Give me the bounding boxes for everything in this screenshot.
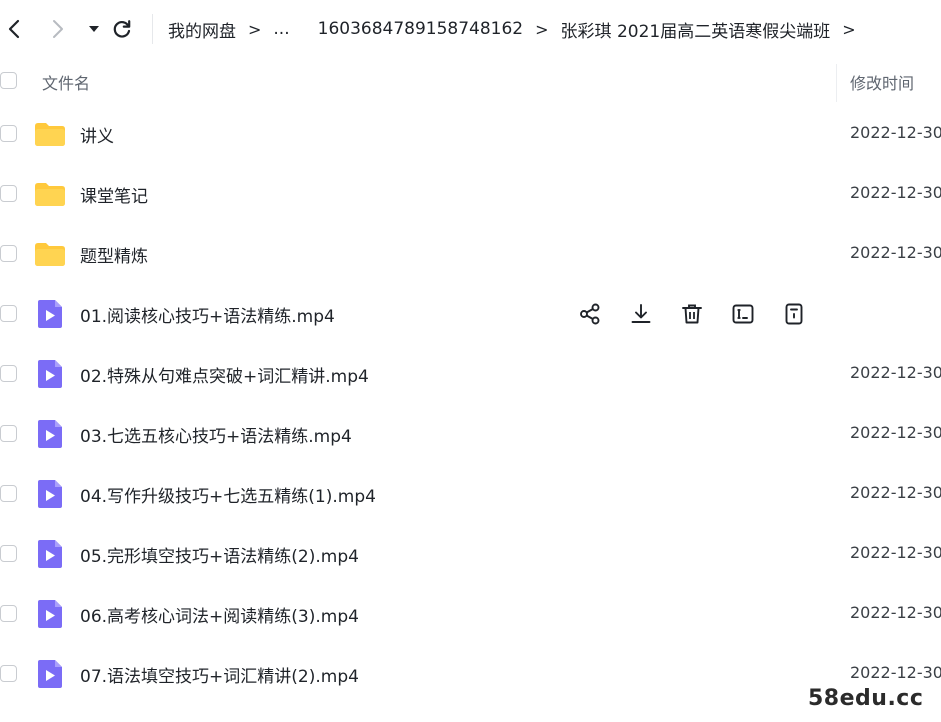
video-file-icon (38, 360, 62, 388)
file-row[interactable]: 03.七选五核心技巧+语法精练.mp4 2022-12-30 (0, 404, 941, 464)
chevron-left-icon (8, 19, 20, 39)
file-name[interactable]: 01.阅读核心技巧+语法精练.mp4 (80, 302, 335, 327)
file-modified-time: 2022-12-30 (850, 243, 941, 262)
delete-icon (682, 304, 702, 324)
file-modified-time: 2022-12-30 (850, 183, 941, 202)
column-header-modified[interactable]: 修改时间 (850, 70, 914, 94)
more-button[interactable] (778, 298, 810, 330)
file-modified-time: 2022-12-30 (850, 123, 941, 142)
folder-icon (35, 183, 65, 206)
row-checkbox[interactable] (0, 125, 17, 142)
share-icon (580, 303, 600, 325)
rename-icon (732, 304, 754, 324)
breadcrumb-item-folder-id[interactable]: 1603684789158748162 (318, 19, 524, 39)
video-file-icon (38, 420, 62, 448)
file-name[interactable]: 讲义 (80, 122, 114, 147)
file-modified-time: 2022-12-30 (850, 483, 941, 502)
rename-button[interactable] (727, 298, 759, 330)
file-list-header: 文件名 修改时间 (0, 58, 941, 104)
breadcrumb-separator: > (248, 19, 262, 39)
caret-down-icon (89, 26, 99, 32)
row-checkbox[interactable] (0, 425, 17, 442)
breadcrumb-item-ellipsis[interactable]: ... (273, 19, 289, 39)
row-checkbox[interactable] (0, 185, 17, 202)
file-name[interactable]: 课堂笔记 (80, 182, 148, 207)
file-name[interactable]: 03.七选五核心技巧+语法精练.mp4 (80, 422, 352, 447)
file-row[interactable]: 06.高考核心词法+阅读精练(3).mp4 2022-12-30 (0, 584, 941, 644)
row-actions (574, 298, 829, 330)
folder-icon (35, 123, 65, 146)
file-modified-time: 2022-12-30 (850, 423, 941, 442)
file-row[interactable]: 05.完形填空技巧+语法精练(2).mp4 2022-12-30 (0, 524, 941, 584)
share-button[interactable] (574, 298, 606, 330)
top-nav: 我的网盘 > ... 1603684789158748162 > 张彩琪 202… (0, 0, 941, 58)
file-row[interactable]: 04.写作升级技巧+七选五精练(1).mp4 2022-12-30 (0, 464, 941, 524)
file-name[interactable]: 02.特殊从句难点突破+词汇精讲.mp4 (80, 362, 369, 387)
forward-button[interactable] (44, 13, 72, 45)
refresh-button[interactable] (108, 13, 136, 45)
download-button[interactable] (625, 298, 657, 330)
file-manager: 我的网盘 > ... 1603684789158748162 > 张彩琪 202… (0, 0, 941, 722)
row-checkbox[interactable] (0, 365, 17, 382)
watermark: 58edu.cc (808, 686, 924, 711)
breadcrumb-item-current[interactable]: 张彩琪 2021届高二英语寒假尖端班 (561, 17, 831, 42)
breadcrumb: 我的网盘 > ... 1603684789158748162 > 张彩琪 202… (168, 0, 868, 58)
row-checkbox[interactable] (0, 305, 17, 322)
refresh-icon (113, 20, 131, 38)
row-checkbox[interactable] (0, 605, 17, 622)
back-button[interactable] (0, 13, 28, 45)
row-checkbox[interactable] (0, 245, 17, 262)
delete-button[interactable] (676, 298, 708, 330)
row-checkbox[interactable] (0, 485, 17, 502)
breadcrumb-separator: > (535, 19, 549, 39)
file-row[interactable]: 课堂笔记 2022-12-30 (0, 164, 941, 224)
file-modified-time: 2022-12-30 (850, 543, 941, 562)
file-row[interactable]: 02.特殊从句难点突破+词汇精讲.mp4 2022-12-30 (0, 344, 941, 404)
video-file-icon (38, 600, 62, 628)
file-row[interactable]: 07.语法填空技巧+词汇精讲(2).mp4 2022-12-30 (0, 644, 941, 704)
folder-icon (35, 243, 65, 266)
file-modified-time: 2022-12-30 (850, 663, 941, 682)
video-file-icon (38, 540, 62, 568)
history-dropdown-button[interactable] (80, 13, 108, 45)
select-all-checkbox[interactable] (0, 72, 17, 89)
file-row[interactable]: 题型精炼 2022-12-30 (0, 224, 941, 284)
video-file-icon (38, 480, 62, 508)
file-name[interactable]: 题型精炼 (80, 242, 148, 267)
breadcrumb-separator: > (842, 19, 856, 39)
column-divider[interactable] (836, 64, 837, 102)
file-modified-time: 2022-12-30 (850, 603, 941, 622)
download-icon (631, 304, 651, 323)
file-modified-time: 2022-12-30 (850, 363, 941, 382)
file-name[interactable]: 06.高考核心词法+阅读精练(3).mp4 (80, 602, 359, 627)
file-name[interactable]: 07.语法填空技巧+词汇精讲(2).mp4 (80, 662, 359, 687)
breadcrumb-item-root[interactable]: 我的网盘 (168, 17, 236, 42)
file-row-hovered[interactable]: 01.阅读核心技巧+语法精练.mp4 (0, 284, 941, 344)
row-checkbox[interactable] (0, 665, 17, 682)
video-file-icon (38, 300, 62, 328)
file-name[interactable]: 04.写作升级技巧+七选五精练(1).mp4 (80, 482, 376, 507)
file-row[interactable]: 讲义 2022-12-30 (0, 104, 941, 164)
video-file-icon (38, 660, 62, 688)
row-checkbox[interactable] (0, 545, 17, 562)
file-name[interactable]: 05.完形填空技巧+语法精练(2).mp4 (80, 542, 359, 567)
more-icon (785, 303, 803, 325)
chevron-right-icon (53, 20, 63, 38)
column-header-name[interactable]: 文件名 (42, 70, 90, 94)
nav-divider (152, 14, 153, 44)
